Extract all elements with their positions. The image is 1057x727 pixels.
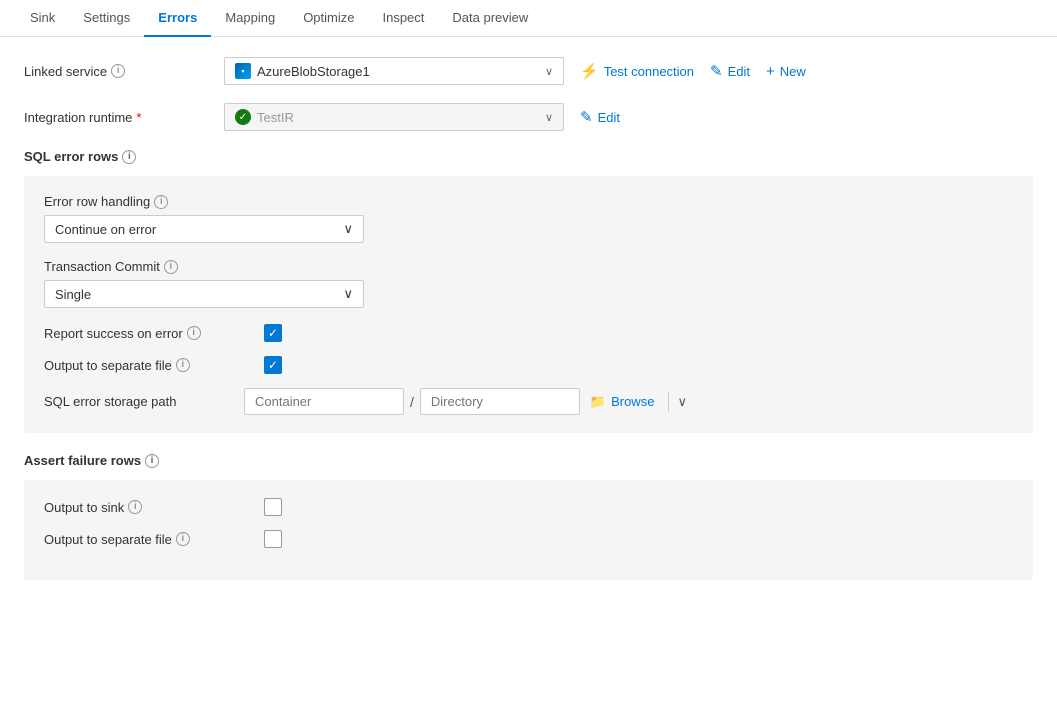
output-separate-file-checkbox[interactable]: ✓ xyxy=(264,356,282,374)
path-separator: / xyxy=(404,394,420,410)
transaction-commit-label: Transaction Commit i xyxy=(44,259,1013,274)
storage-path-label: SQL error storage path xyxy=(44,394,244,409)
integration-runtime-label: Integration runtime * xyxy=(24,110,224,125)
assert-failure-rows-header: Assert failure rows i xyxy=(24,453,1033,468)
main-content: Linked service i ▪ AzureBlobStorage1 ∨ ⚡… xyxy=(0,37,1057,620)
folder-icon: 📁 xyxy=(590,394,606,410)
report-success-label: Report success on error i xyxy=(44,326,264,341)
error-row-handling-label: Error row handling i xyxy=(44,194,1013,209)
tab-settings[interactable]: Settings xyxy=(69,0,144,37)
test-connection-button[interactable]: ⚡ Test connection xyxy=(580,62,694,80)
error-row-handling-chevron-icon: ∨ xyxy=(343,221,353,237)
integration-runtime-actions: ✎ Edit xyxy=(580,108,620,126)
assert-output-separate-file-row: Output to separate file i xyxy=(44,530,1013,548)
tab-optimize[interactable]: Optimize xyxy=(289,0,368,37)
tab-bar: Sink Settings Errors Mapping Optimize In… xyxy=(0,0,1057,37)
error-row-handling-group: Error row handling i Continue on error ∨ xyxy=(44,194,1013,243)
path-divider xyxy=(668,392,669,412)
tab-mapping[interactable]: Mapping xyxy=(211,0,289,37)
linked-service-dropdown[interactable]: ▪ AzureBlobStorage1 ∨ xyxy=(224,57,564,85)
transaction-commit-info-icon: i xyxy=(164,260,178,274)
report-success-checkbox[interactable]: ✓ xyxy=(264,324,282,342)
report-success-on-error-row: Report success on error i ✓ xyxy=(44,324,1013,342)
assert-output-separate-file-checkbox[interactable] xyxy=(264,530,282,548)
sql-error-rows-info-icon: i xyxy=(122,150,136,164)
path-chevron-icon[interactable]: ∨ xyxy=(673,394,691,410)
linked-service-row: Linked service i ▪ AzureBlobStorage1 ∨ ⚡… xyxy=(24,57,1033,85)
edit-integration-runtime-button[interactable]: ✎ Edit xyxy=(580,108,620,126)
output-separate-file-label: Output to separate file i xyxy=(44,358,264,373)
output-to-sink-label: Output to sink i xyxy=(44,500,264,515)
assert-output-separate-file-info-icon: i xyxy=(176,532,190,546)
sql-error-rows-section: SQL error rows i Error row handling i Co… xyxy=(24,149,1033,433)
new-linked-service-button[interactable]: + New xyxy=(766,63,806,80)
output-separate-file-info-icon: i xyxy=(176,358,190,372)
output-to-sink-row: Output to sink i xyxy=(44,498,1013,516)
error-row-handling-info-icon: i xyxy=(154,195,168,209)
transaction-commit-dropdown[interactable]: Single ∨ xyxy=(44,280,364,308)
test-connection-icon: ⚡ xyxy=(580,62,599,80)
tab-inspect[interactable]: Inspect xyxy=(368,0,438,37)
sql-error-rows-box: Error row handling i Continue on error ∨… xyxy=(24,176,1033,433)
sql-error-storage-path-row: SQL error storage path / 📁 Browse ∨ xyxy=(44,388,1013,415)
sql-error-rows-header: SQL error rows i xyxy=(24,149,1033,164)
linked-service-info-icon: i xyxy=(111,64,125,78)
linked-service-chevron-icon: ∨ xyxy=(545,65,553,78)
output-separate-file-row: Output to separate file i ✓ xyxy=(44,356,1013,374)
linked-service-actions: ⚡ Test connection ✎ Edit + New xyxy=(580,62,806,80)
transaction-commit-group: Transaction Commit i Single ∨ xyxy=(44,259,1013,308)
edit-linked-service-button[interactable]: ✎ Edit xyxy=(710,62,750,80)
edit-runtime-icon: ✎ xyxy=(580,108,593,126)
error-row-handling-dropdown[interactable]: Continue on error ∨ xyxy=(44,215,364,243)
linked-service-label: Linked service i xyxy=(24,64,224,79)
new-linked-service-icon: + xyxy=(766,63,775,80)
browse-button[interactable]: 📁 Browse xyxy=(580,394,665,410)
integration-runtime-dropdown[interactable]: ✓ TestIR ∨ xyxy=(224,103,564,131)
output-to-sink-info-icon: i xyxy=(128,500,142,514)
transaction-commit-chevron-icon: ∨ xyxy=(343,286,353,302)
assert-output-separate-file-label: Output to separate file i xyxy=(44,532,264,547)
integration-runtime-row: Integration runtime * ✓ TestIR ∨ ✎ Edit xyxy=(24,103,1033,131)
assert-failure-rows-box: Output to sink i Output to separate file… xyxy=(24,480,1033,580)
assert-failure-rows-section: Assert failure rows i Output to sink i O… xyxy=(24,453,1033,580)
tab-data-preview[interactable]: Data preview xyxy=(438,0,542,37)
integration-runtime-chevron-icon: ∨ xyxy=(545,111,553,124)
output-to-sink-checkbox[interactable] xyxy=(264,498,282,516)
azure-blob-icon: ▪ xyxy=(235,63,251,79)
directory-input[interactable] xyxy=(420,388,580,415)
runtime-status-icon: ✓ xyxy=(235,109,251,125)
tab-sink[interactable]: Sink xyxy=(16,0,69,37)
edit-linked-service-icon: ✎ xyxy=(710,62,723,80)
container-input[interactable] xyxy=(244,388,404,415)
path-inputs: / 📁 Browse ∨ xyxy=(244,388,691,415)
assert-failure-rows-info-icon: i xyxy=(145,454,159,468)
report-success-info-icon: i xyxy=(187,326,201,340)
tab-errors[interactable]: Errors xyxy=(144,0,211,37)
